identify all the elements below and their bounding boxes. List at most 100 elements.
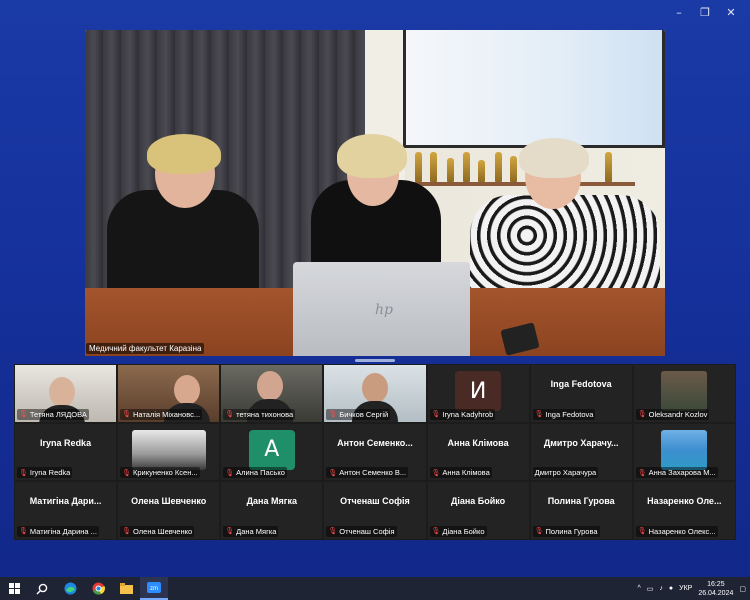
chrome-browser-icon[interactable] [84, 577, 112, 600]
participant-name: Дана Мягка [236, 526, 277, 536]
participant-tile[interactable]: Отченаш Софія 🎙︎ Отченаш Софія [323, 481, 427, 540]
clock[interactable]: 16:25 26.04.2024 [698, 580, 733, 598]
muted-microphone-icon: 🎙︎ [328, 527, 338, 536]
participant-name-label: Дмитро Харачура [532, 467, 599, 479]
active-speaker-video[interactable]: hp Медичний факультет Каразіна [85, 30, 665, 356]
participant-name: Антон Семенко В... [339, 468, 407, 478]
windows-start-icon[interactable] [0, 577, 28, 600]
participant-name-label: 🎙︎ Анна Захарова М... [635, 467, 718, 479]
clock-date: 26.04.2024 [698, 589, 734, 597]
participant-name-label: 🎙︎ Алина Пасько [223, 467, 287, 479]
participant-tile[interactable]: Назаренко Оле... 🎙︎ Назаренко Олекс... [632, 481, 736, 540]
clock-time: 16:25 [707, 580, 725, 588]
trophy [510, 156, 517, 182]
muted-microphone-icon: 🎙︎ [225, 468, 235, 477]
search-icon[interactable] [28, 577, 56, 600]
participant-tile[interactable]: А 🎙︎ Алина Пасько [220, 422, 324, 482]
trophy [447, 158, 454, 182]
participant-tile[interactable]: Полина Гурова 🎙︎ Полина Гурова [529, 481, 633, 540]
speaker-name-label: Медичний факультет Каразіна [86, 343, 205, 354]
participant-tile[interactable]: Анна Клімова 🎙︎ Анна Клімова [426, 422, 530, 482]
participant-name: Бичков Сергій [339, 409, 389, 419]
participant-name-label: 🎙︎ Анна Клімова [429, 467, 492, 479]
trophy [495, 152, 502, 182]
participant-avatar: А [248, 429, 295, 470]
participant-display-name: Iryna Redka [40, 437, 92, 448]
participant-tile[interactable]: 🎙︎ Тетяна ЛЯДОВА [14, 364, 118, 423]
participant-tile[interactable]: 🎙︎ тетяна тихонова [220, 364, 324, 423]
video-laptop: hp [293, 262, 470, 356]
chevron-up-icon[interactable]: ^ [637, 585, 640, 592]
window-controls: – ❐ ✕ [666, 4, 744, 20]
participant-name: Iryna Redka [29, 468, 71, 478]
network-icon[interactable]: ▭ [647, 585, 654, 593]
muted-microphone-icon: 🎙︎ [19, 527, 28, 536]
muted-microphone-icon: 🎙︎ [637, 410, 647, 419]
participant-name: Наталія Міхановс... [133, 409, 201, 419]
muted-microphone-icon: 🎙︎ [122, 468, 132, 477]
trophy [415, 152, 422, 182]
volume-icon[interactable]: ♪ [659, 585, 663, 592]
trophy [463, 152, 470, 182]
participant-tile[interactable]: Антон Семенко... 🎙︎ Антон Семенко В... [323, 422, 427, 482]
participant-tile[interactable]: 🎙︎ Oleksandr Kozlov [632, 364, 736, 423]
participant-name-label: 🎙︎ Олена Шевченко [120, 525, 195, 537]
participant-display-name: Отченаш Софія [340, 496, 410, 507]
edge-browser-icon[interactable] [56, 577, 84, 600]
gallery-view: 🎙︎ Тетяна ЛЯДОВА 🎙︎ Наталія Міхановс... 🎙︎ те… [14, 364, 736, 540]
participant-tile[interactable]: 🎙︎ Наталія Міхановс... [117, 364, 221, 423]
trophy [430, 152, 437, 182]
zoom-window: – ❐ ✕ hp Медичний факультет Каразіна 🎙︎ … [0, 0, 750, 577]
participant-avatar [661, 429, 708, 470]
participant-display-name: Дмитро Харачу... [543, 437, 619, 448]
participant-tile[interactable]: Inga Fedotova 🎙︎ Inga Fedotova [529, 364, 633, 423]
zoom-app-icon[interactable]: zm [140, 577, 168, 600]
muted-microphone-icon: 🎙︎ [122, 527, 132, 536]
participant-display-name: Назаренко Оле... [647, 496, 722, 507]
gallery-resize-handle[interactable] [355, 359, 395, 362]
muted-microphone-icon: 🎙︎ [225, 410, 235, 419]
participant-name: Oleksandr Kozlov [648, 409, 708, 419]
participant-name-label: 🎙︎ Бичков Сергій [326, 408, 391, 420]
participant-avatar: И [455, 371, 502, 411]
minimize-button[interactable]: – [666, 4, 692, 20]
participant-avatar [131, 429, 206, 470]
participant-tile[interactable]: Матигіна Дари... 🎙︎ Матигіна Дарина ... [14, 481, 118, 540]
participant-tile[interactable]: Дмитро Харачу... Дмитро Харачура [529, 422, 633, 482]
participant-name: Діана Бойко [442, 526, 485, 536]
participant-name: Iryna Kadyhrob [442, 409, 494, 419]
participant-name: Анна Захарова М... [648, 468, 716, 478]
participant-name-label: 🎙︎ Крикуненко Ксен... [120, 467, 200, 479]
participant-name-label: 🎙︎ Inga Fedotova [532, 408, 596, 420]
participant-tile[interactable]: И 🎙︎ Iryna Kadyhrob [426, 364, 530, 423]
participant-tile[interactable]: 🎙︎ Бичков Сергій [323, 364, 427, 423]
participant-name: Полина Гурова [545, 526, 598, 536]
participant-tile[interactable]: 🎙︎ Анна Захарова М... [632, 422, 736, 482]
participant-name-label: 🎙︎ Полина Гурова [532, 525, 600, 537]
language-indicator[interactable]: УКР [679, 585, 692, 592]
participant-display-name: Полина Гурова [547, 496, 615, 507]
participant-tile[interactable]: 🎙︎ Крикуненко Ксен... [117, 422, 221, 482]
participant-name: Матигіна Дарина ... [29, 526, 97, 536]
muted-microphone-icon: 🎙︎ [122, 410, 132, 419]
participant-name-label: 🎙︎ Iryna Kadyhrob [429, 408, 496, 420]
participant-display-name: Inga Fedotova [550, 379, 612, 389]
microphone-icon[interactable]: ● [669, 585, 673, 592]
participant-name: Крикуненко Ксен... [133, 468, 198, 478]
participant-display-name: Анна Клімова [447, 437, 509, 448]
file-explorer-icon[interactable] [112, 577, 140, 600]
participant-tile[interactable]: Iryna Redka 🎙︎ Iryna Redka [14, 422, 118, 482]
participant-name-label: 🎙︎ Iryna Redka [17, 467, 73, 479]
video-shelf [405, 182, 635, 186]
restore-button[interactable]: ❐ [692, 4, 718, 20]
participant-tile[interactable]: Дана Мягка 🎙︎ Дана Мягка [220, 481, 324, 540]
muted-microphone-icon: 🎙︎ [637, 468, 647, 477]
participant-display-name: Діана Бойко [450, 496, 506, 507]
participant-avatar [661, 371, 708, 411]
close-button[interactable]: ✕ [718, 4, 744, 20]
participant-tile[interactable]: Діана Бойко 🎙︎ Діана Бойко [426, 481, 530, 540]
participant-display-name: Дана Мягка [246, 496, 297, 507]
notification-icon[interactable]: ▢ [739, 585, 746, 593]
muted-microphone-icon: 🎙︎ [19, 468, 28, 477]
participant-tile[interactable]: Олена Шевченко 🎙︎ Олена Шевченко [117, 481, 221, 540]
